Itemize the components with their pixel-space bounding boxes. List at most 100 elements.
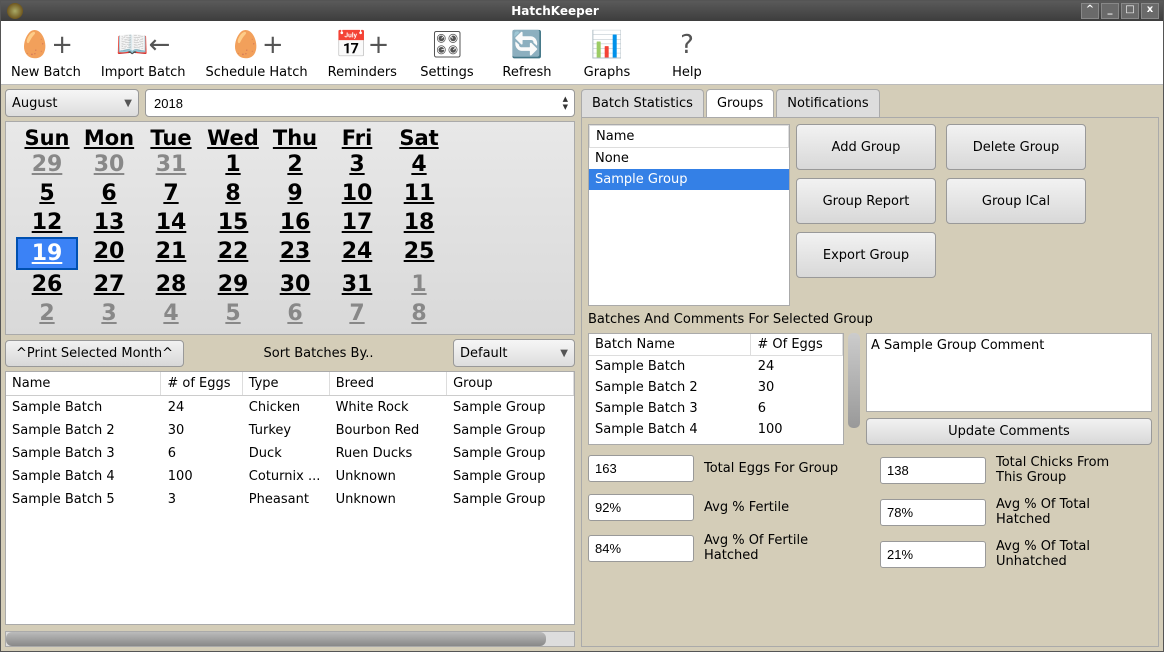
calendar-day[interactable]: 28 — [140, 270, 202, 299]
rollup-button[interactable]: ^ — [1081, 3, 1099, 19]
toolbar-new-batch[interactable]: 🥚+New Batch — [3, 23, 89, 82]
calendar-day[interactable]: 29 — [202, 270, 264, 299]
calendar-day[interactable]: 13 — [78, 208, 140, 237]
table-row[interactable]: Sample Batch 230 — [589, 377, 843, 398]
calendar-day[interactable]: 6 — [264, 299, 326, 328]
calendar-day[interactable]: 7 — [326, 299, 388, 328]
tab-notifications[interactable]: Notifications — [776, 89, 879, 117]
toolbar-schedule-hatch[interactable]: 🥚+Schedule Hatch — [198, 23, 316, 82]
calendar-day[interactable]: 26 — [16, 270, 78, 299]
minimize-button[interactable]: _ — [1101, 3, 1119, 19]
group-list-item[interactable]: None — [589, 148, 789, 169]
group-report-button[interactable]: Group Report — [796, 178, 936, 224]
add-group-button[interactable]: Add Group — [796, 124, 936, 170]
table-row[interactable]: Sample Batch24 — [589, 356, 843, 377]
calendar-day[interactable]: 10 — [326, 179, 388, 208]
spinner-arrows[interactable]: ▲▼ — [563, 95, 568, 111]
calendar-day[interactable]: 8 — [388, 299, 450, 328]
calendar-day[interactable]: 2 — [264, 150, 326, 179]
calendar-day[interactable]: 1 — [202, 150, 264, 179]
table-row[interactable]: Sample Batch 4100Coturnix ...UnknownSamp… — [6, 465, 574, 488]
toolbar-graphs[interactable]: 📊Graphs — [569, 23, 645, 82]
calendar-day[interactable]: 8 — [202, 179, 264, 208]
update-comments-button[interactable]: Update Comments — [866, 418, 1152, 445]
stat-input[interactable] — [880, 457, 986, 484]
tab-batch-statistics[interactable]: Batch Statistics — [581, 89, 704, 117]
calendar-day[interactable]: 20 — [78, 237, 140, 270]
calendar-day[interactable]: 31 — [140, 150, 202, 179]
export-group-button[interactable]: Export Group — [796, 232, 936, 278]
toolbar-reminders[interactable]: 📅+Reminders — [320, 23, 405, 82]
calendar-day[interactable]: 3 — [78, 299, 140, 328]
calendar-day[interactable]: 22 — [202, 237, 264, 270]
column-header[interactable]: Type — [243, 372, 330, 395]
calendar-day[interactable]: 11 — [388, 179, 450, 208]
close-button[interactable]: x — [1141, 3, 1159, 19]
table-row[interactable]: Sample Batch 36DuckRuen DucksSample Grou… — [6, 442, 574, 465]
calendar-day[interactable]: 18 — [388, 208, 450, 237]
calendar-day[interactable]: 27 — [78, 270, 140, 299]
table-row[interactable]: Sample Batch 230TurkeyBourbon RedSample … — [6, 419, 574, 442]
stat-input[interactable] — [588, 455, 694, 482]
group-list-item[interactable]: Sample Group — [589, 169, 789, 190]
calendar-day[interactable]: 14 — [140, 208, 202, 237]
delete-group-button[interactable]: Delete Group — [946, 124, 1086, 170]
tab-groups[interactable]: Groups — [706, 89, 774, 117]
calendar-day[interactable]: 30 — [264, 270, 326, 299]
year-input[interactable] — [152, 95, 563, 112]
toolbar-import-batch[interactable]: 📖←Import Batch — [93, 23, 194, 82]
calendar-day[interactable]: 25 — [388, 237, 450, 270]
calendar-day[interactable]: 30 — [78, 150, 140, 179]
table-row[interactable]: Sample Batch24ChickenWhite RockSample Gr… — [6, 396, 574, 419]
calendar-day[interactable]: 29 — [16, 150, 78, 179]
calendar-day[interactable]: 12 — [16, 208, 78, 237]
month-combo[interactable]: August ▼ — [5, 89, 139, 117]
stat-input[interactable] — [588, 494, 694, 521]
column-header[interactable]: # of Eggs — [161, 372, 242, 395]
maximize-button[interactable]: □ — [1121, 3, 1139, 19]
calendar-day[interactable]: 5 — [202, 299, 264, 328]
column-header[interactable]: Breed — [330, 372, 447, 395]
toolbar-refresh[interactable]: 🔄Refresh — [489, 23, 565, 82]
vertical-scrollbar[interactable] — [848, 333, 860, 445]
calendar-day[interactable]: 31 — [326, 270, 388, 299]
toolbar-label: Graphs — [584, 65, 631, 80]
calendar-day[interactable]: 17 — [326, 208, 388, 237]
column-header[interactable]: Name — [6, 372, 161, 395]
year-spinner[interactable]: ▲▼ — [145, 89, 575, 117]
calendar-day[interactable]: 6 — [78, 179, 140, 208]
stat-input[interactable] — [880, 499, 986, 526]
calendar-day[interactable]: 16 — [264, 208, 326, 237]
group-ical-button[interactable]: Group ICal — [946, 178, 1086, 224]
group-batch-list[interactable]: Batch Name# Of Eggs Sample Batch24Sample… — [588, 333, 844, 445]
print-month-button[interactable]: ^Print Selected Month^ — [5, 340, 184, 367]
stat-input[interactable] — [588, 535, 694, 562]
calendar-day[interactable]: 2 — [16, 299, 78, 328]
sort-combo[interactable]: Default ▼ — [453, 339, 575, 367]
calendar-day[interactable]: 4 — [388, 150, 450, 179]
calendar-day[interactable]: 15 — [202, 208, 264, 237]
stat-input[interactable] — [880, 541, 986, 568]
calendar-day[interactable]: 5 — [16, 179, 78, 208]
toolbar-settings[interactable]: 🎛Settings — [409, 23, 485, 82]
calendar-day[interactable]: 19 — [16, 237, 78, 270]
horizontal-scrollbar[interactable] — [5, 631, 575, 647]
table-row[interactable]: Sample Batch 4100 — [589, 419, 843, 440]
calendar-day[interactable]: 3 — [326, 150, 388, 179]
calendar-day[interactable]: 4 — [140, 299, 202, 328]
titlebar: HatchKeeper ^ _ □ x — [1, 1, 1163, 21]
comment-textarea[interactable]: A Sample Group Comment — [866, 333, 1152, 412]
calendar-day[interactable]: 24 — [326, 237, 388, 270]
calendar-day[interactable]: 21 — [140, 237, 202, 270]
column-header[interactable]: Batch Name — [589, 334, 751, 355]
table-row[interactable]: Sample Batch 36 — [589, 398, 843, 419]
group-list[interactable]: Name NoneSample Group — [588, 124, 790, 306]
calendar-day[interactable]: 7 — [140, 179, 202, 208]
table-row[interactable]: Sample Batch 53PheasantUnknownSample Gro… — [6, 488, 574, 511]
calendar-day[interactable]: 9 — [264, 179, 326, 208]
calendar-day[interactable]: 23 — [264, 237, 326, 270]
toolbar-help[interactable]: ?Help — [649, 23, 725, 82]
calendar-day[interactable]: 1 — [388, 270, 450, 299]
column-header[interactable]: # Of Eggs — [751, 334, 843, 355]
column-header[interactable]: Group — [447, 372, 574, 395]
